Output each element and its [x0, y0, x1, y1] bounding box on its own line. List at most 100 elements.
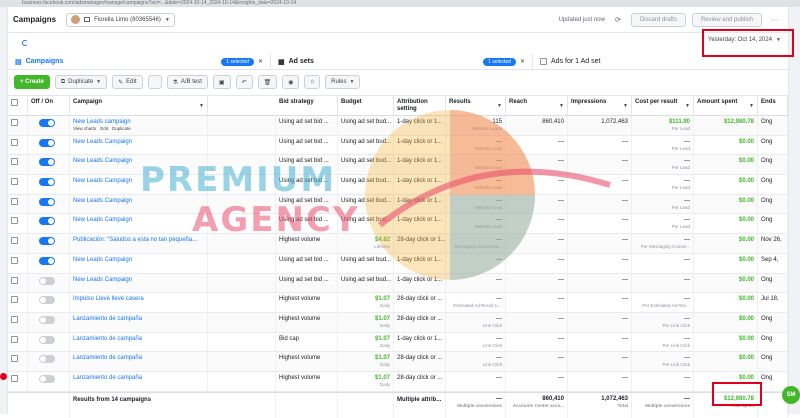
table-row[interactable]: Lanzamiento de campaña Highest volume $1.0…	[8, 371, 788, 392]
campaign-name-link[interactable]: Lanzamiento de campaña	[73, 316, 142, 322]
row-toggle-cell[interactable]	[28, 371, 70, 391]
row-toggle-cell[interactable]	[28, 175, 70, 194]
row-checkbox[interactable]	[11, 217, 18, 225]
review-publish-button[interactable]: Review and publish	[691, 13, 762, 27]
row-checkbox[interactable]	[11, 158, 18, 166]
campaign-name-link[interactable]: New Leads Campaign	[73, 158, 132, 164]
table-row[interactable]: New Leads Campaign Using ad set bid ... Us…	[8, 155, 788, 176]
row-toggle-cell[interactable]	[28, 332, 70, 352]
campaign-toggle[interactable]	[39, 178, 55, 187]
tab-ads[interactable]: Ads for 1 Ad set	[532, 53, 607, 70]
col-reach[interactable]: Reach ▼	[506, 96, 568, 115]
campaign-toggle[interactable]	[39, 158, 55, 167]
campaign-name-cell[interactable]: New Leads Campaign	[70, 135, 208, 155]
select-all-checkbox[interactable]	[11, 99, 18, 106]
campaign-toggle[interactable]	[39, 256, 55, 265]
campaign-toggle[interactable]	[39, 374, 55, 383]
campaign-name-link[interactable]: New Leads Campaign	[73, 217, 132, 223]
row-checkbox[interactable]	[11, 197, 18, 205]
campaign-name-link[interactable]: New Leads campaign	[73, 119, 131, 125]
table-row[interactable]: Lanzamiento de campaña Highest volume $1.0…	[8, 312, 788, 333]
row-action-2[interactable]: Duplicate	[112, 126, 131, 131]
browser-url-bar[interactable]: business.facebook.com/adsmanager/manage/…	[0, 0, 800, 7]
row-select-cell[interactable]	[8, 352, 28, 371]
row-toggle-cell[interactable]	[28, 312, 70, 332]
table-row[interactable]: New Leads Campaign Using ad set bid ... Us…	[8, 253, 788, 274]
campaign-name-link[interactable]: New Leads Campaign	[73, 257, 132, 263]
row-select-cell[interactable]	[8, 371, 28, 391]
campaign-name-cell[interactable]: Publicación: "Saludos a esta no tan pequ…	[70, 234, 208, 253]
row-toggle-cell[interactable]	[28, 155, 70, 175]
campaign-name-cell[interactable]: Lanzamiento de campaña	[70, 371, 208, 391]
trash-icon[interactable]: 🗑	[257, 75, 278, 89]
col-budget[interactable]: Budget	[338, 96, 394, 115]
campaign-name-cell[interactable]: New Leads Campaign	[70, 214, 208, 234]
campaign-toggle[interactable]	[39, 197, 55, 206]
campaign-name-link[interactable]: Impulso Llevé llevé casera	[73, 296, 144, 302]
campaigns-selected-pill[interactable]: 1 selected	[221, 57, 254, 66]
row-select-cell[interactable]	[8, 175, 28, 194]
row-select-cell[interactable]	[8, 194, 28, 214]
row-select-cell[interactable]	[8, 253, 28, 273]
col-attribution[interactable]: Attribution setting	[394, 96, 446, 115]
table-row[interactable]: New Leads Campaign Using ad set bid ... Us…	[8, 273, 788, 294]
row-toggle-cell[interactable]	[28, 116, 70, 135]
close-icon[interactable]: ✕	[520, 58, 525, 65]
campaign-toggle[interactable]	[39, 335, 55, 344]
row-toggle-cell[interactable]	[28, 194, 70, 214]
edit-button[interactable]: ✎ Edit	[112, 75, 143, 89]
preview-icon[interactable]: ◉	[282, 75, 300, 89]
table-row[interactable]: New Leads Campaign Using ad set bid ... Us…	[8, 214, 788, 235]
col-cost-per-result[interactable]: Cost per result ▼	[632, 96, 694, 115]
campaign-toggle[interactable]	[39, 217, 55, 226]
lock-button[interactable]	[147, 75, 162, 89]
campaign-name-cell[interactable]: New Leads Campaign	[70, 273, 208, 293]
col-off-on[interactable]: Off / On	[28, 96, 70, 115]
table-row[interactable]: New Leads Campaign Using ad set bid ... Us…	[8, 135, 788, 156]
ads-checkbox[interactable]	[540, 58, 547, 65]
campaign-name-cell[interactable]: New Leads campaign View charts Edit Duplica…	[70, 116, 208, 135]
campaign-toggle[interactable]	[39, 296, 55, 305]
row-toggle-cell[interactable]	[28, 352, 70, 371]
table-row[interactable]: New Leads campaign View charts Edit Duplica…	[8, 116, 788, 136]
col-ends[interactable]: Ends	[758, 96, 788, 115]
row-checkbox[interactable]	[11, 256, 18, 264]
campaign-toggle[interactable]	[39, 355, 55, 364]
campaign-name-link[interactable]: Lanzamiento de campaña	[73, 375, 142, 381]
row-select-cell[interactable]	[8, 116, 28, 135]
col-impressions[interactable]: Impressions ▼	[568, 96, 632, 115]
row-select-cell[interactable]	[8, 155, 28, 175]
row-select-cell[interactable]	[8, 293, 28, 312]
table-row[interactable]: New Leads Campaign Using ad set bid ... Us…	[8, 175, 788, 195]
undo-icon[interactable]: ↶	[235, 75, 253, 89]
row-select-cell[interactable]	[8, 273, 28, 293]
table-row[interactable]: Publicación: "Saludos a esta no tan pequ…	[8, 234, 788, 254]
ab-test-button[interactable]: ⚗ A/B test	[166, 75, 208, 89]
table-row[interactable]: Lanzamiento de campaña Highest volume $1.0…	[8, 352, 788, 372]
campaign-name-cell[interactable]: Lanzamiento de campaña	[70, 312, 208, 332]
col-amount-spent[interactable]: Amount spent ▼	[694, 96, 758, 115]
row-select-cell[interactable]	[8, 234, 28, 253]
table-row[interactable]: Impulso Llevé llevé casera Highest volume…	[8, 293, 788, 313]
campaign-name-link[interactable]: New Leads Campaign	[73, 198, 132, 204]
refresh-icon[interactable]: ⟳	[611, 13, 625, 27]
row-checkbox[interactable]	[11, 355, 18, 363]
row-checkbox[interactable]	[11, 237, 18, 245]
row-toggle-cell[interactable]	[28, 253, 70, 273]
campaign-toggle[interactable]	[39, 138, 55, 147]
table-row[interactable]: Lanzamiento de campaña Bid cap $1.07 Daily 1…	[8, 332, 788, 353]
row-checkbox[interactable]	[11, 138, 18, 146]
row-action-0[interactable]: View charts	[73, 126, 96, 131]
row-action-1[interactable]: Edit	[100, 126, 108, 131]
campaign-name-cell[interactable]: Impulso Llevé llevé casera	[70, 293, 208, 312]
row-select-cell[interactable]	[8, 135, 28, 155]
campaign-toggle[interactable]	[39, 276, 55, 285]
col-results[interactable]: Results ▼	[446, 96, 506, 115]
rules-button[interactable]: Rules ▼	[325, 75, 361, 89]
row-toggle-cell[interactable]	[28, 234, 70, 253]
row-toggle-cell[interactable]	[28, 293, 70, 312]
row-checkbox[interactable]	[11, 335, 18, 343]
create-button[interactable]: + Create	[14, 75, 50, 89]
row-checkbox[interactable]	[11, 178, 18, 186]
campaign-name-link[interactable]: New Leads Campaign	[73, 178, 132, 184]
